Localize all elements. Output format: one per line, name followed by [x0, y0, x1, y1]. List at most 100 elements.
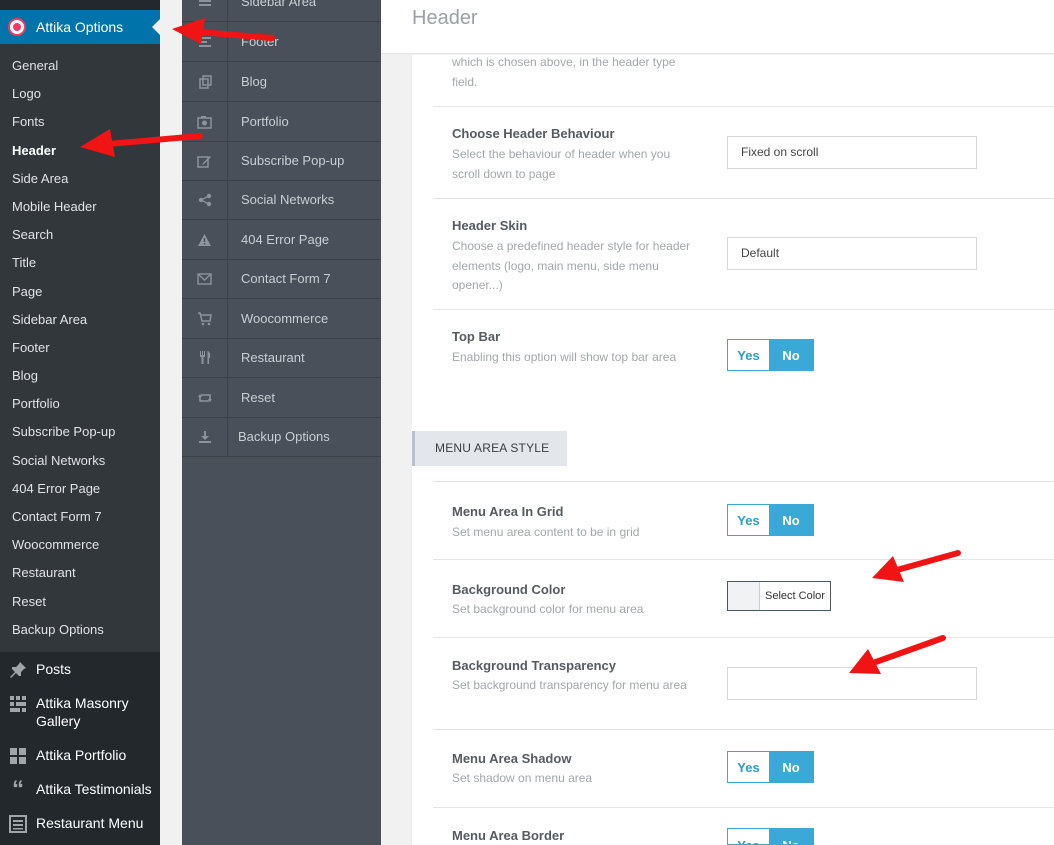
submenu-blog[interactable]: Blog [0, 362, 160, 390]
admin-menu-label: Attika Options [36, 19, 124, 35]
submenu-contact-form-7[interactable]: Contact Form 7 [0, 503, 160, 531]
quote-icon: “ [12, 776, 24, 803]
submenu-footer[interactable]: Footer [0, 334, 160, 362]
list-icon [8, 814, 28, 834]
admin-menu-label: Attika Masonry Gallery [36, 695, 129, 729]
toggle-no[interactable]: No [769, 752, 813, 782]
submenu-page[interactable]: Page [0, 278, 160, 306]
submenu-general[interactable]: General [0, 52, 160, 80]
section-header-menu-area-style: MENU AREA STYLE [412, 431, 567, 466]
blog-icon [182, 62, 228, 101]
option-title: Top Bar [452, 329, 501, 344]
tab-backup-options[interactable]: Backup Options [182, 417, 381, 457]
option-row-header-behaviour: Choose Header Behaviour Select the behav… [433, 107, 1054, 199]
option-description: Enabling this option will show top bar a… [452, 350, 677, 364]
submenu-search[interactable]: Search [0, 221, 160, 249]
admin-menu-label: Posts [36, 661, 72, 677]
submenu-404-error-page[interactable]: 404 Error Page [0, 475, 160, 503]
submenu-restaurant[interactable]: Restaurant [0, 559, 160, 587]
tab-subscribe-popup[interactable]: Subscribe Pop-up [182, 141, 381, 181]
tab-label: Blog [241, 74, 268, 89]
option-title: Background Color [452, 582, 566, 597]
submenu-side-area[interactable]: Side Area [0, 165, 160, 193]
top-bar-toggle[interactable]: Yes No [727, 339, 814, 371]
tab-404-error-page[interactable]: 404 Error Page [182, 220, 381, 260]
submenu-reset[interactable]: Reset [0, 588, 160, 616]
option-row-background-transparency: Background Transparency Set background t… [433, 638, 1054, 730]
page-title: Header [412, 7, 478, 29]
portfolio-grid-icon [8, 746, 28, 766]
color-swatch[interactable] [728, 582, 760, 610]
tab-label: Contact Form 7 [241, 271, 331, 286]
option-row-menu-area-shadow: Menu Area Shadow Set shadow on menu area… [433, 730, 1054, 808]
toggle-no[interactable]: No [769, 505, 813, 535]
admin-menu-attika-testimonials[interactable]: “ Attika Testimonials [0, 776, 160, 803]
camera-icon [182, 102, 228, 141]
header-skin-select[interactable]: Default [727, 237, 977, 270]
tab-blog[interactable]: Blog [182, 62, 381, 102]
pin-icon [8, 660, 28, 680]
tab-social-networks[interactable]: Social Networks [182, 180, 381, 220]
tab-label: Portfolio [241, 114, 289, 129]
submenu-title[interactable]: Title [0, 249, 160, 277]
select-color-button[interactable]: Select Color [760, 582, 830, 610]
option-row-background-color: Background Color Set background color fo… [433, 560, 1054, 638]
submenu-backup-options[interactable]: Backup Options [0, 616, 160, 644]
admin-menu-restaurant-menu[interactable]: Restaurant Menu [0, 814, 160, 834]
admin-sidebar: Attika Options General Logo Fonts Header… [0, 0, 160, 845]
menu-area-grid-toggle[interactable]: Yes No [727, 504, 814, 536]
tab-reset[interactable]: Reset [182, 378, 381, 418]
option-row-menu-area-in-grid: Menu Area In Grid Set menu area content … [433, 481, 1054, 560]
submenu-woocommerce[interactable]: Woocommerce [0, 531, 160, 559]
tab-sidebar-area[interactable]: Sidebar Area [182, 0, 381, 22]
toggle-no[interactable]: No [769, 340, 813, 370]
toggle-yes[interactable]: Yes [728, 505, 769, 535]
admin-menu-attika-options[interactable]: Attika Options [0, 10, 160, 44]
options-tab-list: Sidebar Area Footer Blog Portfolio Subsc… [182, 0, 381, 845]
menu-area-border-toggle[interactable]: Yes No [727, 828, 814, 845]
admin-menu-posts[interactable]: Posts [0, 660, 160, 680]
envelope-icon [182, 259, 228, 298]
toggle-yes[interactable]: Yes [728, 829, 769, 844]
attika-logo-icon [10, 20, 24, 34]
admin-menu-masonry-gallery[interactable]: Attika Masonry Gallery [0, 694, 160, 730]
submenu-fonts[interactable]: Fonts [0, 108, 160, 136]
submenu-mobile-header[interactable]: Mobile Header [0, 193, 160, 221]
cart-icon [182, 299, 228, 338]
tab-restaurant[interactable]: Restaurant [182, 338, 381, 378]
tab-woocommerce[interactable]: Woocommerce [182, 299, 381, 339]
tab-label: Restaurant [241, 350, 305, 365]
tab-label: Sidebar Area [241, 0, 317, 9]
current-menu-notch [152, 19, 160, 35]
submenu-sidebar-area[interactable]: Sidebar Area [0, 306, 160, 334]
tab-label: Woocommerce [241, 311, 329, 326]
tab-portfolio[interactable]: Portfolio [182, 102, 381, 142]
admin-menu-attika-portfolio[interactable]: Attika Portfolio [0, 746, 160, 766]
toggle-no[interactable]: No [769, 829, 813, 844]
submenu-subscribe-popup[interactable]: Subscribe Pop-up [0, 418, 160, 446]
header-behaviour-select[interactable]: Fixed on scroll [727, 136, 977, 169]
option-title: Choose Header Behaviour [452, 126, 615, 141]
option-description: Set background color for menu area [452, 602, 644, 616]
toggle-yes[interactable]: Yes [728, 340, 769, 370]
toggle-yes[interactable]: Yes [728, 752, 769, 782]
tab-label: Footer [241, 34, 279, 49]
share-icon [182, 180, 228, 219]
option-description: Set menu area content to be in grid [452, 525, 640, 539]
menu-area-shadow-toggle[interactable]: Yes No [727, 751, 814, 783]
background-color-picker[interactable]: Select Color [727, 581, 831, 611]
submenu-header[interactable]: Header [0, 137, 160, 165]
background-transparency-input[interactable] [727, 667, 977, 700]
tab-label: Subscribe Pop-up [241, 153, 345, 168]
submenu-logo[interactable]: Logo [0, 80, 160, 108]
option-row-menu-area-border: Menu Area Border Yes No [433, 808, 1054, 845]
tab-label: 404 Error Page [241, 232, 330, 247]
admin-menu-label: Attika Testimonials [36, 781, 152, 797]
submenu-social-networks[interactable]: Social Networks [0, 447, 160, 475]
tab-footer[interactable]: Footer [182, 22, 381, 62]
submenu-portfolio[interactable]: Portfolio [0, 390, 160, 418]
tab-contact-form-7[interactable]: Contact Form 7 [182, 259, 381, 299]
option-title: Background Transparency [452, 658, 616, 673]
option-row-top-bar: Top Bar Enabling this option will show t… [433, 310, 1054, 405]
option-description: Choose a predefined header style for hea… [452, 239, 691, 292]
